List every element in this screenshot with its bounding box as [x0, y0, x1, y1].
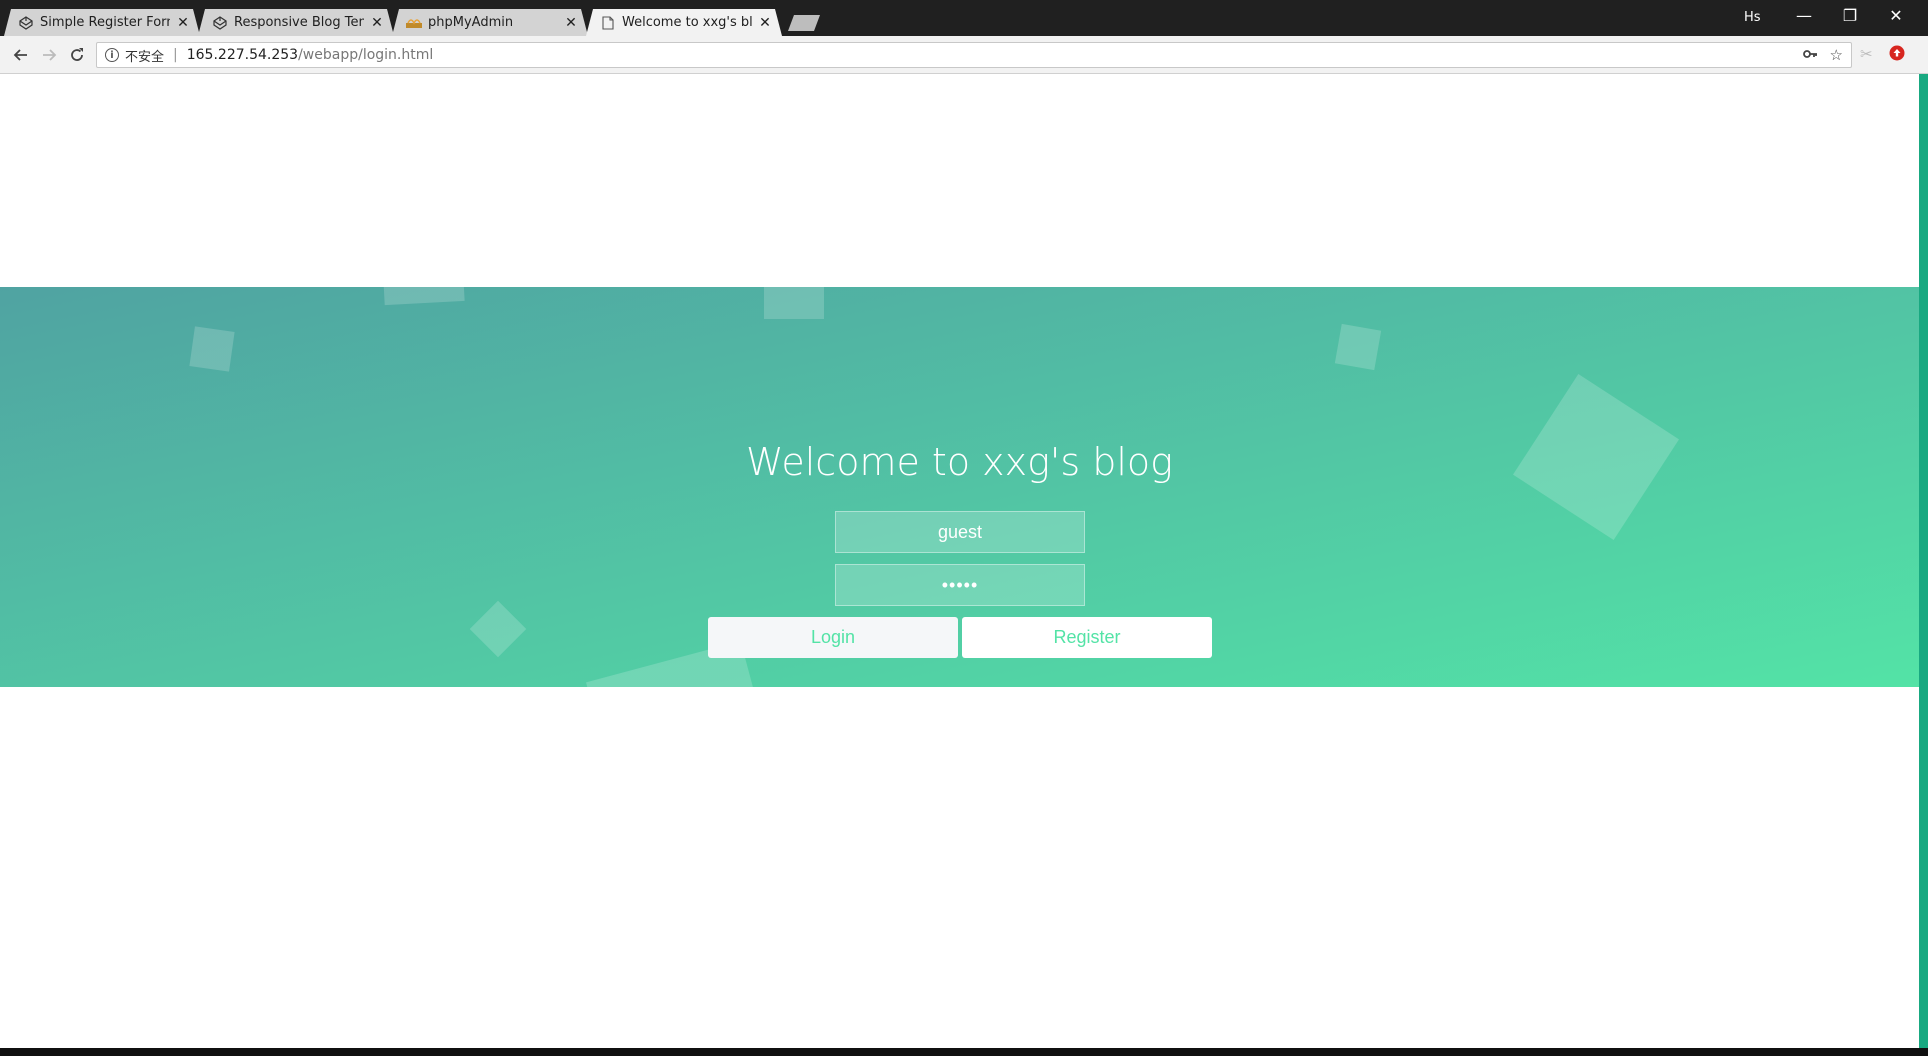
codepen-icon: [18, 15, 34, 31]
address-separator: |: [173, 47, 178, 63]
forward-arrow-icon[interactable]: [38, 44, 60, 66]
restore-icon[interactable]: ❐: [1830, 6, 1870, 25]
tab-close-icon[interactable]: ✕: [758, 15, 772, 31]
page-title: Welcome to xxg's blog: [746, 440, 1173, 484]
extension-icon[interactable]: ✂: [1860, 45, 1873, 63]
phpmyadmin-icon: [406, 15, 422, 31]
password-input[interactable]: [835, 564, 1085, 606]
reload-icon[interactable]: [66, 44, 88, 66]
codepen-icon: [212, 15, 228, 31]
register-button[interactable]: Register: [962, 617, 1212, 658]
decorative-square: [189, 326, 235, 372]
info-icon[interactable]: i: [105, 48, 119, 62]
tab-phpmyadmin[interactable]: phpMyAdmin ✕: [392, 9, 588, 36]
tab-responsive-blog[interactable]: Responsive Blog Templ ✕: [198, 9, 394, 36]
login-button[interactable]: Login: [708, 617, 958, 658]
window-edge: [1919, 74, 1928, 1048]
url-path: /webapp/login.html: [298, 47, 434, 63]
tab-close-icon[interactable]: ✕: [564, 15, 578, 31]
minimize-icon[interactable]: —: [1784, 6, 1824, 25]
url-host: 165.227.54.253: [186, 47, 299, 63]
security-label: 不安全: [125, 49, 165, 65]
key-icon[interactable]: [1802, 46, 1818, 66]
new-tab-button[interactable]: [788, 15, 820, 31]
document-icon: [600, 15, 616, 31]
browser-toolbar: i 不安全 | 165.227.54.253/webapp/login.html…: [0, 36, 1928, 74]
tab-welcome-blog[interactable]: Welcome to xxg's blog ✕: [586, 9, 782, 36]
username-input[interactable]: [835, 511, 1085, 553]
tab-title: Welcome to xxg's blog: [622, 15, 752, 30]
login-banner: [0, 287, 1919, 687]
tab-simple-register-form[interactable]: Simple Register Form w ✕: [4, 9, 200, 36]
taskbar: [0, 1048, 1928, 1056]
close-window-icon[interactable]: ✕: [1876, 6, 1916, 25]
decorative-square: [469, 600, 527, 658]
star-icon[interactable]: ☆: [1830, 46, 1843, 66]
tab-close-icon[interactable]: ✕: [370, 15, 384, 31]
address-bar[interactable]: i 不安全 | 165.227.54.253/webapp/login.html…: [96, 42, 1852, 68]
decorative-square: [1334, 323, 1382, 371]
back-arrow-icon[interactable]: [10, 44, 32, 66]
profile-button[interactable]: Hs: [1744, 10, 1761, 25]
decorative-square: [764, 287, 824, 319]
decorative-square: [383, 287, 465, 306]
tab-title: phpMyAdmin: [428, 15, 514, 30]
tab-title: Simple Register Form w: [40, 15, 167, 30]
tab-strip: Simple Register Form w ✕ Responsive Blog…: [0, 0, 1928, 36]
tab-title: Responsive Blog Templ: [234, 15, 359, 30]
omnibox-actions: ☆: [1802, 46, 1843, 66]
upload-extension-icon[interactable]: [1889, 45, 1905, 65]
tab-close-icon[interactable]: ✕: [176, 15, 190, 31]
